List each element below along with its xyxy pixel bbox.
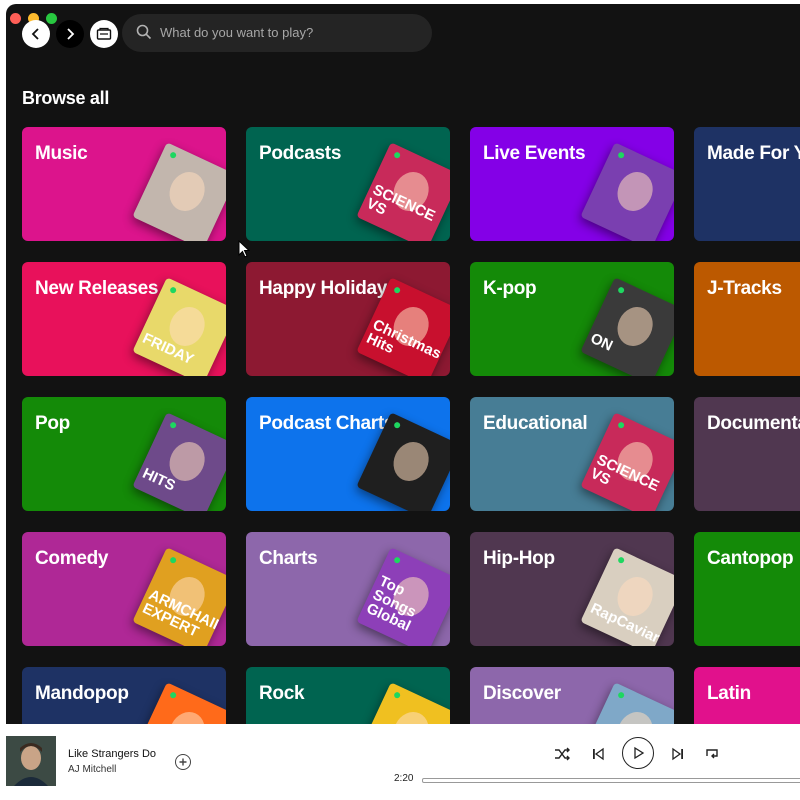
- spotify-logo-icon: [169, 691, 178, 700]
- category-card-mandopop[interactable]: MandopopMandopop Hits: [22, 667, 226, 724]
- zoom-window-button[interactable]: [46, 13, 57, 24]
- category-card-documentary[interactable]: Documentary: [694, 397, 800, 511]
- spotify-logo-icon: [169, 556, 178, 565]
- spotify-logo-icon: [393, 286, 402, 295]
- artwork-figure: [611, 166, 659, 217]
- category-label: Documentary: [707, 413, 800, 434]
- category-card-j-tracks[interactable]: J-Tracks: [694, 262, 800, 376]
- play-icon: [634, 746, 645, 760]
- category-label: Made For You: [707, 143, 800, 164]
- add-to-library-button[interactable]: [175, 754, 191, 770]
- spotify-logo-icon: [169, 151, 178, 160]
- search-icon: [136, 24, 152, 40]
- back-button[interactable]: [22, 20, 50, 48]
- artwork-text: Top Songs Global: [363, 572, 419, 635]
- track-title[interactable]: Like Strangers Do: [68, 748, 156, 760]
- elapsed-time: 2:20: [394, 773, 414, 784]
- page-title: Browse all: [22, 88, 110, 108]
- category-card-discover[interactable]: Discover: [470, 667, 674, 724]
- spotify-logo-icon: [169, 286, 178, 295]
- shuffle-button[interactable]: [552, 744, 572, 764]
- close-window-button[interactable]: [10, 13, 21, 24]
- album-art-image: [6, 736, 56, 786]
- spotify-logo-icon: [617, 151, 626, 160]
- play-button[interactable]: [622, 737, 654, 769]
- category-label: J-Tracks: [707, 278, 782, 299]
- artwork-figure: [387, 436, 435, 487]
- track-artist[interactable]: AJ Mitchell: [68, 764, 116, 775]
- search-input[interactable]: What do you want to play?: [122, 14, 432, 52]
- spotify-logo-icon: [617, 421, 626, 430]
- player-bar: Like Strangers Do AJ Mitchell 2:20: [0, 730, 800, 800]
- spotify-logo-icon: [393, 691, 402, 700]
- category-card-k-pop[interactable]: K-pop ON: [470, 262, 674, 376]
- spotify-logo-icon: [393, 151, 402, 160]
- spotify-logo-icon: [617, 286, 626, 295]
- spotify-logo-icon: [393, 421, 402, 430]
- previous-icon: [593, 747, 604, 761]
- next-icon: [672, 747, 683, 761]
- category-card-rock[interactable]: Rock: [246, 667, 450, 724]
- category-card-music[interactable]: Music: [22, 127, 226, 241]
- category-card-happy-holidays[interactable]: Happy Holidays Christmas Hits: [246, 262, 450, 376]
- category-card-educational[interactable]: Educational SCIENCE VS: [470, 397, 674, 511]
- spotify-logo-icon: [617, 691, 626, 700]
- next-button[interactable]: [668, 744, 688, 764]
- category-card-charts[interactable]: Charts Top Songs Global: [246, 532, 450, 646]
- back-arrow-icon: [31, 28, 39, 40]
- app-window: What do you want to play? Browse all Mus…: [6, 4, 800, 724]
- spotify-logo-icon: [617, 556, 626, 565]
- album-cover[interactable]: [6, 736, 56, 786]
- category-label: Cantopop: [707, 548, 794, 569]
- repeat-button[interactable]: [702, 744, 722, 764]
- artwork-figure: [387, 706, 435, 724]
- category-card-podcasts[interactable]: Podcasts SCIENCE VS: [246, 127, 450, 241]
- category-card-live-events[interactable]: Live Events: [470, 127, 674, 241]
- category-label: Latin: [707, 683, 751, 704]
- browse-button[interactable]: [90, 20, 118, 48]
- spotify-logo-icon: [169, 421, 178, 430]
- artwork-figure: [163, 706, 211, 724]
- spotify-logo-icon: [393, 556, 402, 565]
- artwork-figure: [611, 706, 659, 724]
- forward-arrow-icon: [67, 28, 75, 40]
- category-card-comedy[interactable]: Comedy ARMCHAIR EXPERT: [22, 532, 226, 646]
- forward-button[interactable]: [56, 20, 84, 48]
- category-card-made-for-you[interactable]: Made For You: [694, 127, 800, 241]
- repeat-icon: [706, 749, 718, 759]
- category-card-new-releases[interactable]: New Releases FRIDAY: [22, 262, 226, 376]
- category-card-pop[interactable]: Pop HITS: [22, 397, 226, 511]
- category-card-hip-hop[interactable]: Hip-Hop RapCaviar: [470, 532, 674, 646]
- previous-button[interactable]: [588, 744, 608, 764]
- add-circle-icon: [179, 758, 187, 766]
- mouse-cursor-icon: [238, 240, 250, 258]
- category-card-podcast-charts[interactable]: Podcast Charts: [246, 397, 450, 511]
- artwork-figure: [163, 166, 211, 217]
- search-placeholder: What do you want to play?: [160, 25, 314, 40]
- category-card-latin[interactable]: Latin: [694, 667, 800, 724]
- shuffle-icon: [555, 747, 570, 761]
- browse-icon: [96, 27, 112, 40]
- category-card-cantopop[interactable]: Cantopop: [694, 532, 800, 646]
- progress-bar[interactable]: [422, 778, 800, 783]
